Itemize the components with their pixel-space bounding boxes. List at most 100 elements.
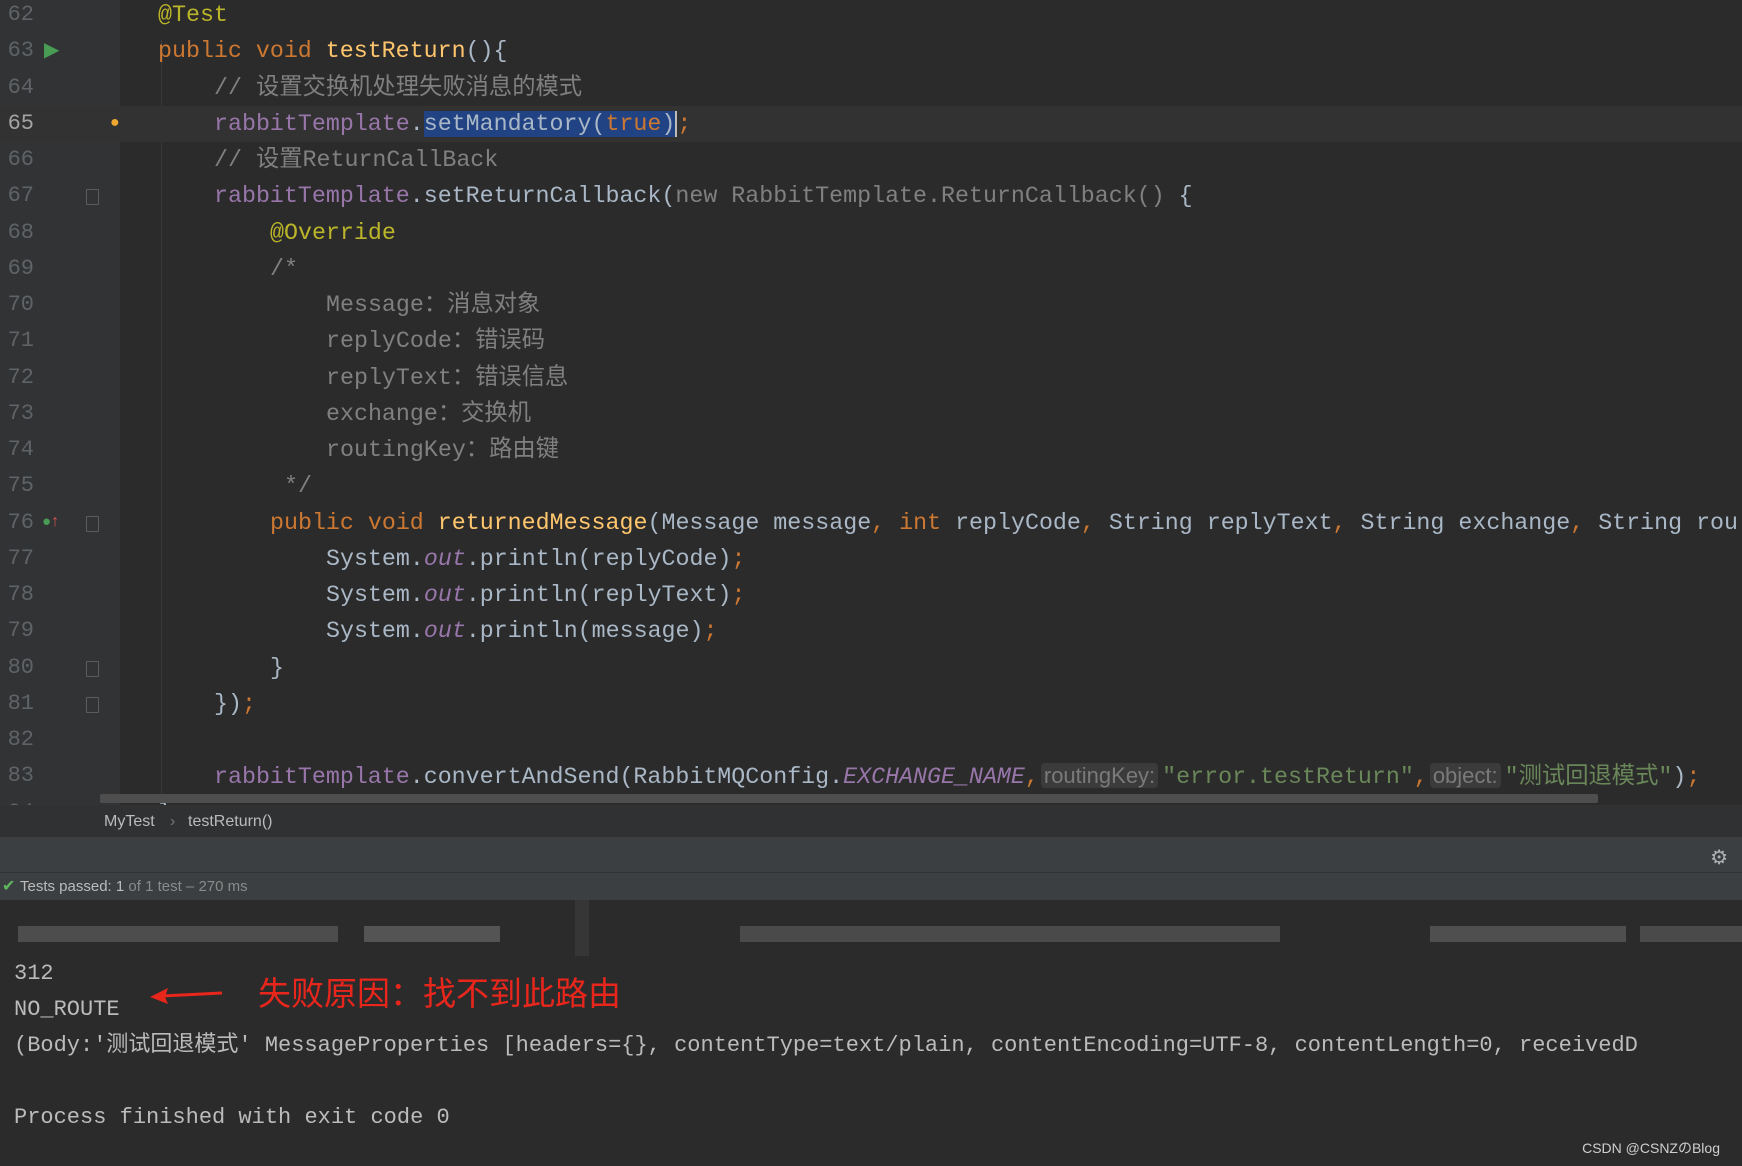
- code-editor[interactable]: 62 @Test 63 ▶ public void testReturn(){64 // …: [0, 0, 1742, 805]
- tests-detail: of 1 test – 270 ms: [124, 878, 248, 895]
- code-token: exchange：交换机: [326, 400, 532, 427]
- code-token: replyCode: [955, 509, 1081, 536]
- code-line[interactable]: 74 routingKey：路由键: [0, 432, 1742, 468]
- line-number: 71: [7, 328, 34, 354]
- code-token: String exchange: [1360, 509, 1571, 536]
- code-token: ,: [1570, 509, 1599, 536]
- code-token: System.: [326, 618, 424, 645]
- code-text: /*: [270, 251, 298, 287]
- breadcrumb-item-class[interactable]: MyTest: [104, 806, 155, 837]
- fold-marker-icon[interactable]: [86, 660, 99, 677]
- code-token: , int: [871, 509, 956, 536]
- code-line[interactable]: 76 ●↑ public void returnedMessage(Message …: [0, 505, 1742, 541]
- line-number: 72: [7, 364, 34, 390]
- code-token: true: [605, 110, 662, 137]
- code-token: public void: [158, 38, 326, 65]
- code-line[interactable]: 83 rabbitTemplate.convertAndSend(RabbitMQ…: [0, 758, 1742, 794]
- code-token: ;: [1686, 764, 1701, 791]
- code-token: .println(replyCode): [465, 545, 732, 572]
- code-line[interactable]: 71 replyCode：错误码: [0, 323, 1742, 359]
- code-line[interactable]: 75 */: [0, 468, 1742, 504]
- code-line[interactable]: 72 replyText：错误信息: [0, 360, 1742, 396]
- console-line: (Body:'测试回退模式' MessageProperties [header…: [14, 1033, 1638, 1058]
- check-icon: ✔: [2, 878, 16, 895]
- code-text: public void returnedMessage(Message mess…: [270, 505, 1738, 541]
- code-line[interactable]: 77 System.out.println(replyCode);: [0, 541, 1742, 577]
- code-line[interactable]: 62 @Test: [0, 0, 1742, 33]
- code-line[interactable]: 69 /*: [0, 251, 1742, 287]
- code-line[interactable]: 66 // 设置ReturnCallBack: [0, 142, 1742, 178]
- line-number: 70: [7, 292, 34, 317]
- code-token: ): [1672, 764, 1687, 791]
- code-token: ;: [703, 618, 718, 645]
- fold-marker-icon[interactable]: [86, 515, 99, 532]
- code-token: String rou: [1598, 509, 1739, 536]
- code-text: @Override: [270, 215, 396, 251]
- code-text: rabbitTemplate.convertAndSend(RabbitMQCo…: [214, 758, 1700, 795]
- line-number: 76: [7, 509, 34, 535]
- line-number: 68: [7, 219, 34, 245]
- code-text: System.out.println(replyCode);: [326, 541, 745, 577]
- code-token: rabbitTemplate: [214, 110, 410, 137]
- line-number: 74: [7, 437, 34, 462]
- code-line[interactable]: 79 System.out.println(message);: [0, 613, 1742, 649]
- code-token: // 设置ReturnCallBack: [214, 147, 499, 173]
- code-token: ;: [731, 582, 746, 608]
- code-text: System.out.println(replyText);: [326, 577, 745, 613]
- lightbulb-icon[interactable]: ●: [110, 112, 120, 134]
- line-number: 73: [7, 400, 34, 426]
- code-line[interactable]: 70 Message：消息对象: [0, 287, 1742, 323]
- fold-marker-icon[interactable]: [86, 696, 99, 713]
- line-number: 62: [7, 2, 34, 27]
- code-token: .println(replyText): [465, 582, 732, 608]
- code-line[interactable]: 64 // 设置交换机处理失败消息的模式: [0, 70, 1742, 106]
- line-number: 77: [7, 545, 34, 571]
- code-text: */: [270, 468, 312, 504]
- line-number: 81: [7, 690, 34, 716]
- code-token: Message：消息对象: [326, 292, 541, 318]
- code-line[interactable]: 73 exchange：交换机: [0, 396, 1742, 432]
- line-number: 67: [7, 183, 34, 209]
- code-line[interactable]: 68 @Override: [0, 215, 1742, 251]
- code-token: ;: [241, 690, 256, 717]
- code-token: {: [1164, 183, 1193, 210]
- fold-marker-icon[interactable]: [86, 189, 99, 206]
- parameter-hint: object:: [1429, 763, 1501, 789]
- red-arrow-annotation: [150, 988, 223, 1004]
- tests-passed-label: Tests passed:: [20, 878, 112, 895]
- code-token: ,: [1332, 509, 1361, 536]
- code-line[interactable]: 80}: [0, 650, 1742, 686]
- code-token: ,: [1413, 764, 1428, 791]
- code-token: }: [270, 654, 284, 681]
- code-token: /*: [270, 255, 298, 282]
- code-line[interactable]: 81});: [0, 686, 1742, 722]
- line-number: 64: [7, 74, 34, 100]
- console-line: NO_ROUTE: [14, 997, 120, 1022]
- code-line[interactable]: 67 rabbitTemplate.setReturnCallback(new R…: [0, 178, 1742, 214]
- line-number: 80: [7, 654, 34, 680]
- code-line[interactable]: 78 System.out.println(replyText);: [0, 577, 1742, 613]
- code-text: // 设置交换机处理失败消息的模式: [214, 70, 582, 106]
- run-test-icon[interactable]: ▶: [44, 39, 59, 61]
- code-token: ,: [1024, 764, 1039, 791]
- code-token: rabbitTemplate: [214, 183, 410, 210]
- breadcrumb-item-method[interactable]: testReturn(): [188, 806, 272, 837]
- blurred-log-row: [0, 900, 1742, 956]
- code-token: System.: [326, 582, 424, 608]
- line-number: 83: [7, 763, 34, 789]
- code-line[interactable]: 63 ▶ public void testReturn(){: [0, 33, 1742, 69]
- gear-icon[interactable]: ⚙: [1710, 845, 1728, 870]
- code-token: @Override: [270, 219, 396, 246]
- code-token: new RabbitTemplate.ReturnCallback(): [675, 183, 1165, 210]
- code-text: rabbitTemplate.setMandatory(true);: [214, 106, 691, 142]
- code-token: String replyText: [1108, 509, 1333, 536]
- code-line[interactable]: 65 ● rabbitTemplate.setMandatory(true);: [0, 105, 1742, 142]
- code-line[interactable]: 82: [0, 722, 1742, 758]
- code-token: replyCode：错误码: [326, 328, 546, 355]
- horizontal-scrollbar[interactable]: [100, 794, 1598, 803]
- code-token: out: [423, 618, 466, 645]
- code-text: replyText：错误信息: [326, 360, 568, 396]
- implements-method-icon[interactable]: ●↑: [42, 511, 59, 533]
- watermark: CSDN @CSNZのBlog: [1582, 1140, 1720, 1156]
- code-token: System.: [326, 545, 424, 572]
